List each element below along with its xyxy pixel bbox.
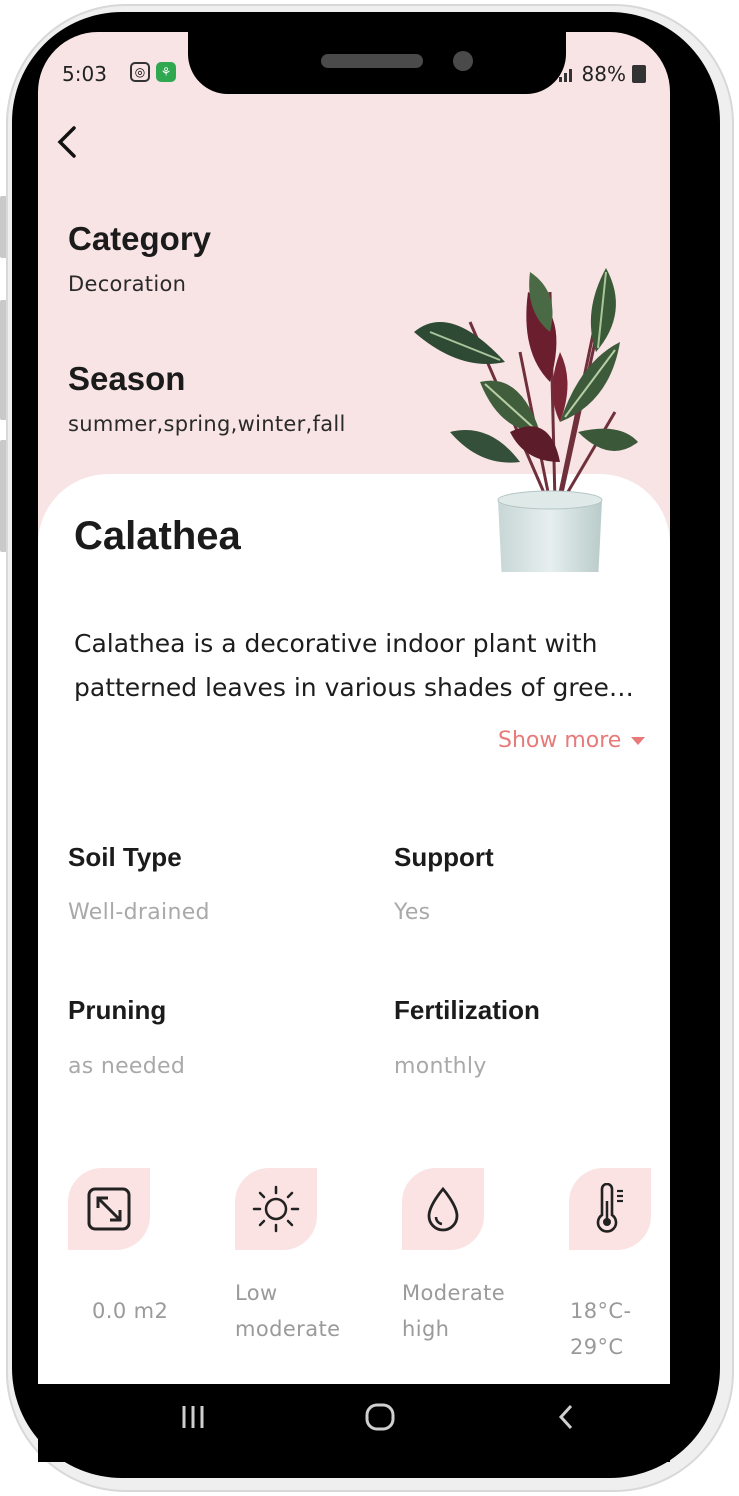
system-back-button[interactable] [556,1402,576,1440]
area-resize-icon [87,1187,131,1231]
status-notification-icons: ◎ ⚘ [130,62,176,82]
fertilization-title: Fertilization [394,995,540,1025]
season-label: Season [68,360,186,397]
recent-apps-icon [182,1406,204,1428]
water-stat-label-line1: Moderate [402,1281,506,1305]
caret-down-icon [631,736,646,745]
water-stat-icon-box [402,1168,484,1250]
water-stat-label-line2: high [402,1317,450,1341]
system-navigation-bar [38,1384,670,1462]
season-value: summer,spring,winter,fall [68,412,346,436]
back-button[interactable] [54,122,84,162]
battery-icon [632,65,646,83]
area-stat-icon-box [68,1168,150,1250]
category-value: Decoration [68,272,187,296]
area-stat-label: 0.0 m2 [92,1299,169,1323]
home-icon [365,1403,395,1431]
pruning-title: Pruning [68,995,167,1025]
recent-apps-button[interactable] [178,1402,208,1440]
soil-type-title: Soil Type [68,842,182,872]
light-stat-icon-box [235,1168,317,1250]
water-drop-icon [427,1186,459,1232]
plant-description: Calathea is a decorative indoor plant wi… [74,629,634,702]
thermometer-icon [596,1183,623,1233]
plant-name: Calathea [74,514,241,558]
light-stat-label-line2: moderate [235,1317,341,1341]
instagram-icon: ◎ [130,62,150,82]
support-value: Yes [394,900,431,925]
plant-image [414,268,638,572]
app-notification-icon: ⚘ [156,62,176,82]
category-label: Category [68,220,212,257]
sun-icon [252,1185,300,1233]
status-time: 5:03 [62,62,107,86]
support-title: Support [394,842,494,872]
pruning-value: as needed [68,1054,186,1079]
show-more-label: Show more [498,728,622,753]
plant-details-card: Calathea Calathea is a decorative indoor… [38,474,670,1384]
light-stat-label-line1: Low [235,1281,278,1305]
battery-percent: 88% [581,62,626,86]
fertilization-value: monthly [394,1054,487,1079]
temperature-stat-icon-box [569,1168,651,1250]
front-camera [453,51,473,71]
earpiece [321,54,423,68]
home-button[interactable] [364,1402,396,1440]
app-screen: 5:03 ◎ ⚘ 88% Category Decoration Season … [38,32,670,1384]
temperature-stat-label: 18°C-29°C [570,1299,632,1359]
notch [188,32,566,94]
show-more-button[interactable]: Show more [498,728,646,753]
back-arrow-icon [558,1404,573,1430]
chevron-left-icon [57,126,76,158]
soil-type-value: Well-drained [68,900,210,925]
